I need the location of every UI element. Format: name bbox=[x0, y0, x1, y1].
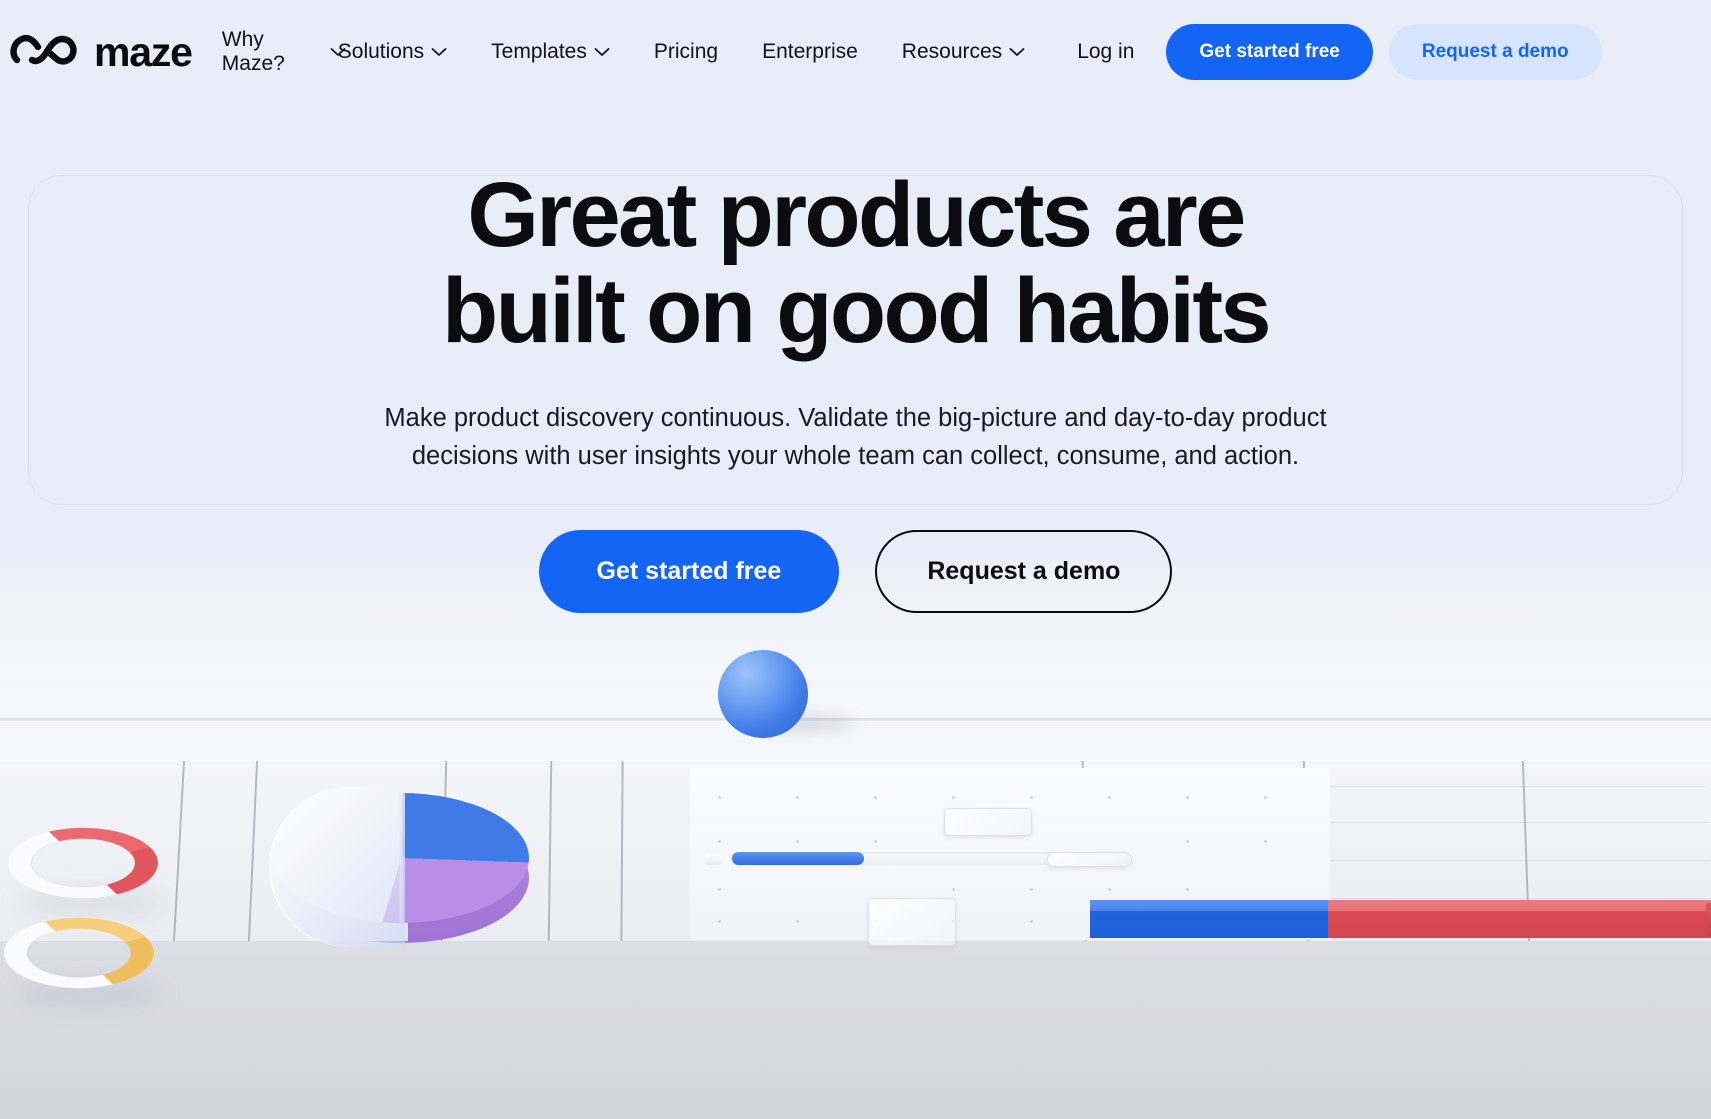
board-dot bbox=[796, 920, 799, 923]
board-dot bbox=[952, 796, 955, 799]
nav-item-pricing[interactable]: Pricing bbox=[632, 40, 740, 64]
hero-cta-group: Get started free Request a demo bbox=[0, 529, 1711, 613]
landing-page: maze Why Maze? Solutions Templates Prici… bbox=[0, 0, 1711, 1119]
stacked-bar-cap bbox=[1706, 903, 1711, 937]
nav-request-a-demo-button[interactable]: Request a demo bbox=[1388, 24, 1602, 80]
board-dot bbox=[1264, 796, 1267, 799]
board-dot bbox=[874, 840, 877, 843]
board-dot bbox=[1030, 920, 1033, 923]
nav-item-label: Pricing bbox=[653, 39, 719, 63]
nav-item-label: Resources bbox=[901, 39, 1003, 63]
chevron-down-icon bbox=[1009, 47, 1025, 57]
maze-infinity-logo-icon bbox=[10, 30, 82, 75]
glass-card bbox=[944, 808, 1032, 836]
board-dot bbox=[718, 840, 721, 843]
chevron-down-icon bbox=[594, 47, 610, 57]
donut-arc-yellow bbox=[0, 908, 174, 998]
slider-fill bbox=[732, 852, 864, 865]
glass-card bbox=[1047, 852, 1132, 867]
nav-item-label: Templates bbox=[491, 39, 587, 63]
hero-subheadline: Make product discovery continuous. Valid… bbox=[384, 404, 1327, 470]
board-dot bbox=[1186, 888, 1189, 891]
nav-links: Why Maze? Solutions Templates Pricing En… bbox=[208, 28, 1047, 77]
nav-item-resources[interactable]: Resources bbox=[880, 40, 1047, 64]
board-dot bbox=[718, 920, 721, 923]
sphere-blue bbox=[718, 650, 808, 738]
stacked-bar-segment-red bbox=[1328, 900, 1711, 938]
board-dot bbox=[1030, 796, 1033, 799]
chevron-down-icon bbox=[431, 47, 447, 57]
nav-get-started-free-button[interactable]: Get started free bbox=[1166, 24, 1373, 80]
board-dot bbox=[1108, 796, 1111, 799]
pie-chart-3d bbox=[265, 765, 535, 950]
stacked-bar-segment-blue bbox=[1090, 900, 1328, 938]
board-dot bbox=[718, 796, 721, 799]
board-dot bbox=[718, 888, 721, 891]
nav-item-label: Solutions bbox=[337, 39, 425, 63]
board-dot bbox=[796, 796, 799, 799]
scene-desk-front-face bbox=[0, 941, 1711, 1119]
main-navigation: maze Why Maze? Solutions Templates Prici… bbox=[0, 0, 1711, 104]
nav-item-templates[interactable]: Templates bbox=[469, 40, 632, 64]
slider-knob bbox=[703, 854, 723, 865]
brand-name: maze bbox=[94, 28, 193, 75]
board-dot bbox=[1264, 840, 1267, 843]
board-dot bbox=[796, 840, 799, 843]
glass-card bbox=[868, 898, 956, 946]
headline-line-2: built on good habits bbox=[442, 259, 1272, 362]
nav-item-solutions[interactable]: Solutions bbox=[316, 40, 469, 64]
nav-item-why-maze[interactable]: Why Maze? bbox=[208, 27, 346, 77]
login-button[interactable]: Log in bbox=[1061, 40, 1150, 64]
hero-get-started-free-button[interactable]: Get started free bbox=[538, 529, 840, 613]
board-dot bbox=[874, 796, 877, 799]
donut-arc-red bbox=[0, 818, 178, 908]
page-title: Great products are built on good habits bbox=[416, 167, 1296, 362]
headline-line-1: Great products are bbox=[467, 164, 1246, 266]
brand-logo-link[interactable]: maze bbox=[10, 28, 193, 75]
board-dot bbox=[1186, 796, 1189, 799]
board-dot bbox=[1030, 888, 1033, 891]
nav-actions: Log in Get started free Request a demo bbox=[1061, 24, 1602, 80]
pie-glass-segment bbox=[269, 787, 405, 947]
nav-item-label: Enterprise bbox=[762, 39, 858, 63]
board-dot bbox=[1186, 840, 1189, 843]
hero-3d-illustration bbox=[0, 560, 1711, 1119]
hero-request-a-demo-button[interactable]: Request a demo bbox=[875, 529, 1173, 613]
board-dot bbox=[1108, 888, 1111, 891]
nav-item-enterprise[interactable]: Enterprise bbox=[740, 40, 880, 64]
donut-chart-red bbox=[0, 818, 178, 908]
nav-item-label: Why Maze? bbox=[221, 27, 285, 75]
board-dot bbox=[952, 888, 955, 891]
donut-chart-yellow bbox=[0, 908, 174, 998]
